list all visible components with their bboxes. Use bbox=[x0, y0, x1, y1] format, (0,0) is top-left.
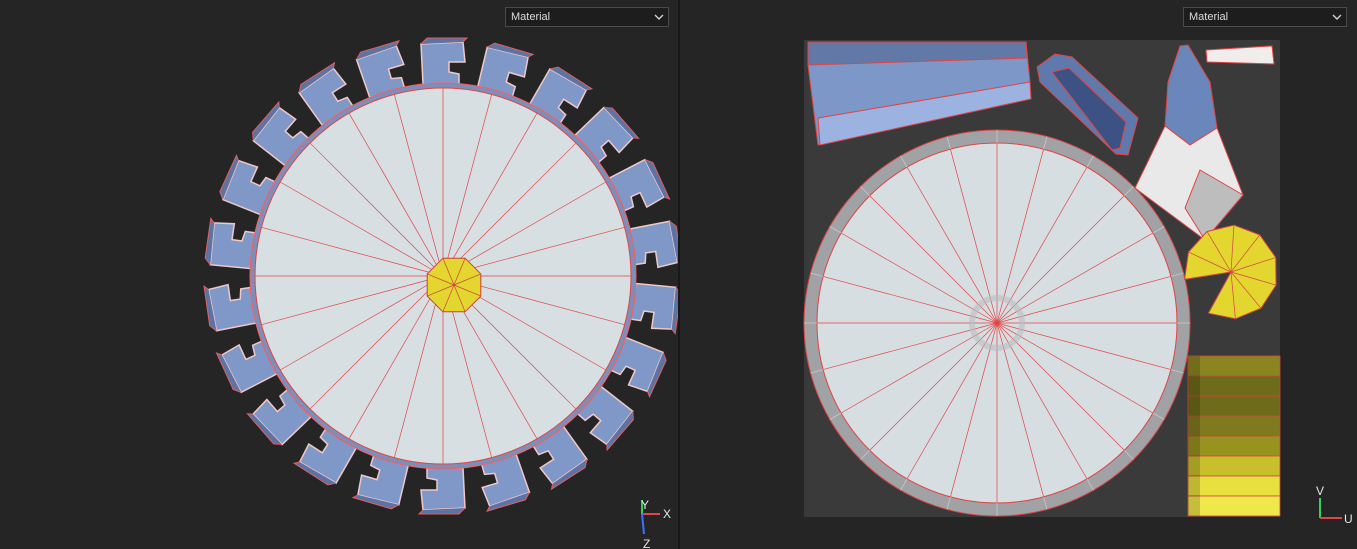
axis-z-label: Z bbox=[643, 537, 650, 549]
tooth bbox=[420, 37, 469, 85]
chevron-down-icon bbox=[1332, 14, 1342, 20]
uv-shading-mode-dropdown[interactable]: Material bbox=[1183, 7, 1347, 27]
shading-mode-dropdown[interactable]: Material bbox=[505, 7, 669, 27]
tooth bbox=[203, 283, 257, 332]
axis-gizmo: Y X Z bbox=[641, 498, 671, 549]
chevron-down-icon bbox=[654, 14, 664, 20]
tooth bbox=[629, 220, 678, 269]
uv-island-hub-side bbox=[1187, 355, 1281, 517]
axis-u-label: U bbox=[1344, 512, 1353, 526]
uv-layout-view[interactable]: V U bbox=[680, 0, 1357, 549]
3d-model-view[interactable]: Y X Z bbox=[0, 0, 678, 549]
axis-y-label: Y bbox=[641, 498, 649, 512]
viewport-3d[interactable]: Y X Z Material bbox=[0, 0, 678, 549]
axis-x-label: X bbox=[663, 507, 671, 521]
uv-island-disc bbox=[803, 129, 1191, 517]
tooth bbox=[417, 467, 466, 515]
uv-shading-mode-value: Material bbox=[1189, 11, 1229, 23]
shading-mode-value: Material bbox=[511, 11, 551, 23]
axis-v-label: V bbox=[1316, 484, 1324, 498]
tooth bbox=[204, 217, 257, 270]
viewport-uv[interactable]: V U Material bbox=[680, 0, 1357, 549]
uv-axis-gizmo: V U bbox=[1316, 484, 1353, 526]
tooth bbox=[629, 282, 678, 335]
